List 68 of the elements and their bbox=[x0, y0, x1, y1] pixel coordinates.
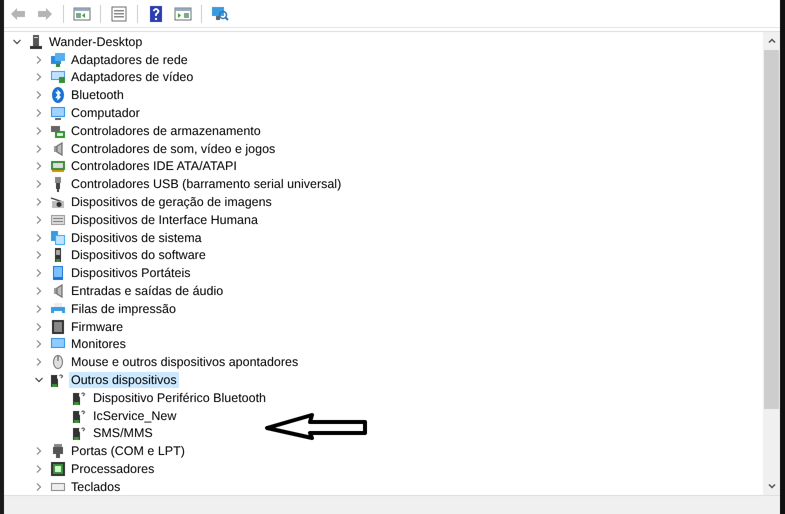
computer-tower-icon bbox=[28, 34, 44, 50]
expand-chevron-icon[interactable] bbox=[34, 144, 44, 154]
scrollbar-thumb[interactable] bbox=[764, 50, 779, 409]
tree-item[interactable]: Controladores de armazenamento bbox=[69, 122, 263, 139]
expand-chevron-icon[interactable] bbox=[34, 464, 44, 474]
tree-item[interactable]: Dispositivos de geração de imagens bbox=[69, 194, 274, 210]
tree-item[interactable]: Adaptadores de vídeo bbox=[69, 69, 196, 86]
tree-item[interactable]: SMS/MMS bbox=[91, 425, 155, 442]
expand-chevron-icon[interactable] bbox=[34, 304, 44, 314]
tree-item[interactable]: Filas de impressão bbox=[69, 300, 178, 317]
network-adapter-icon bbox=[50, 52, 66, 68]
vertical-scrollbar[interactable] bbox=[763, 32, 780, 495]
tree-item[interactable]: Dispositivos Portáteis bbox=[69, 265, 192, 282]
tree-item[interactable]: Controladores IDE ATA/ATAPI bbox=[69, 158, 239, 174]
tree-item[interactable]: Adaptadores de rede bbox=[69, 52, 190, 68]
tree-item[interactable]: Monitores bbox=[69, 336, 128, 352]
collapse-chevron-icon[interactable] bbox=[12, 36, 22, 47]
bluetooth-icon bbox=[50, 87, 66, 104]
port-connector-icon bbox=[50, 443, 66, 460]
expand-chevron-icon[interactable] bbox=[34, 268, 44, 278]
expand-chevron-icon[interactable] bbox=[34, 482, 44, 492]
ide-controller-icon bbox=[50, 158, 66, 174]
unknown-device-icon bbox=[72, 408, 88, 424]
tree-item[interactable]: IcService_New bbox=[91, 408, 178, 424]
tree-item[interactable]: Controladores USB (barramento serial universal) bbox=[69, 176, 344, 192]
tree-item[interactable]: Bluetooth bbox=[69, 87, 126, 104]
tree-item[interactable]: Outros dispositivos bbox=[69, 372, 179, 388]
expand-chevron-icon[interactable] bbox=[34, 232, 44, 243]
tree-item[interactable]: Dispositivos do software bbox=[69, 247, 208, 264]
tree-item[interactable]: Teclados bbox=[69, 478, 122, 495]
expand-chevron-icon[interactable] bbox=[34, 72, 44, 82]
expand-chevron-icon[interactable] bbox=[34, 446, 44, 456]
expand-chevron-icon[interactable] bbox=[34, 108, 44, 118]
unknown-device-icon bbox=[72, 390, 88, 406]
expand-chevron-icon[interactable] bbox=[34, 214, 44, 225]
expand-chevron-icon[interactable] bbox=[34, 250, 44, 260]
mouse-icon bbox=[50, 354, 66, 370]
tree-item[interactable]: Processadores bbox=[69, 461, 156, 478]
expand-chevron-icon[interactable] bbox=[34, 197, 44, 208]
tree-item[interactable]: Dispositivos de Interface Humana bbox=[69, 212, 260, 228]
expand-chevron-icon[interactable] bbox=[34, 126, 44, 136]
expand-chevron-icon[interactable] bbox=[34, 161, 44, 172]
expand-chevron-icon[interactable] bbox=[34, 357, 44, 368]
unknown-device-icon bbox=[72, 425, 88, 442]
display-adapter-icon bbox=[50, 69, 66, 86]
tree-item[interactable]: Mouse e outros dispositivos apontadores bbox=[69, 354, 300, 370]
expand-chevron-icon[interactable] bbox=[34, 339, 44, 350]
tree-item[interactable]: Entradas e saídas de áudio bbox=[69, 283, 226, 300]
tree-item[interactable]: Portas (COM e LPT) bbox=[69, 443, 187, 460]
processor-icon bbox=[50, 461, 66, 478]
expand-chevron-icon[interactable] bbox=[34, 90, 44, 100]
expand-chevron-icon[interactable] bbox=[34, 179, 44, 190]
tree-item[interactable]: Dispositivos de sistema bbox=[69, 230, 204, 246]
tree-item[interactable]: Firmware bbox=[69, 318, 126, 335]
tree-item[interactable]: Controladores de som, vídeo e jogos bbox=[69, 140, 278, 157]
unknown-device-icon bbox=[50, 372, 66, 388]
scroll-up-icon[interactable] bbox=[766, 36, 776, 46]
expand-chevron-icon[interactable] bbox=[34, 54, 44, 65]
scroll-down-icon[interactable] bbox=[766, 481, 776, 491]
tree-item[interactable]: Wander-Desktop bbox=[47, 34, 144, 50]
chip-icon bbox=[50, 318, 66, 335]
system-device-icon bbox=[50, 230, 66, 246]
expand-chevron-icon[interactable] bbox=[34, 322, 44, 332]
tree-item[interactable]: Dispositivo Periférico Bluetooth bbox=[91, 390, 268, 406]
computer-icon bbox=[50, 105, 66, 122]
portable-device-icon bbox=[50, 265, 66, 282]
tree-item[interactable]: Computador bbox=[69, 105, 142, 122]
expand-chevron-icon[interactable] bbox=[34, 286, 44, 296]
